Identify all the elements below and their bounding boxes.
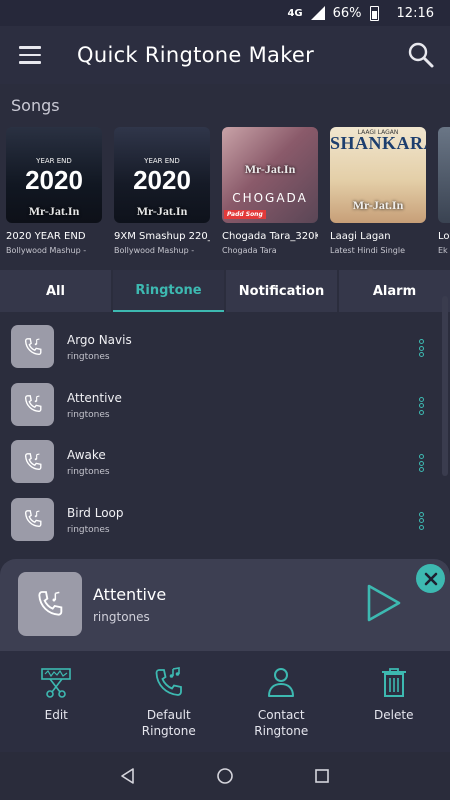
recents-icon[interactable] xyxy=(313,767,331,785)
app-screen: 4G 66% 12:16 Quick Ringtone Maker Songs … xyxy=(0,0,450,800)
song-subtitle: Chogada Tara xyxy=(222,246,277,255)
edit-label: Edit xyxy=(44,708,68,722)
trash-icon xyxy=(381,668,406,697)
ringtone-title: Attentive xyxy=(67,390,122,405)
ringtone-category: ringtones xyxy=(67,409,110,420)
system-navigation-bar xyxy=(0,752,450,800)
song-subtitle: Bollywood Mashup - xyxy=(6,246,87,255)
search-icon[interactable] xyxy=(406,40,436,70)
app-bar: Quick Ringtone Maker xyxy=(0,26,450,84)
thumb-watermark: Mr-Jat.In xyxy=(352,198,404,212)
status-bar: 4G 66% 12:16 xyxy=(0,0,450,26)
ringtone-title: Awake xyxy=(67,448,106,462)
song-card[interactable]: Lov Ek xyxy=(438,127,450,262)
thumb-year-text: 2020 xyxy=(25,165,83,195)
default-ringtone-label: Default Ringtone xyxy=(141,708,196,738)
song-title: Chogada Tara_320Kb xyxy=(222,231,318,242)
phone-music-icon xyxy=(155,667,182,696)
play-icon[interactable] xyxy=(363,583,403,623)
ringtone-title: Argo Navis xyxy=(67,333,132,347)
signal-icon xyxy=(310,6,325,20)
thumb-watermark: Mr-Jat.In xyxy=(136,204,188,218)
list-item-text: Awake ringtones xyxy=(67,448,110,477)
app-title: Quick Ringtone Maker xyxy=(77,43,315,67)
thumb-sub-text: YEAR END xyxy=(36,157,72,165)
list-scrollbar[interactable] xyxy=(442,296,448,476)
edit-button[interactable]: Edit xyxy=(0,651,113,752)
song-card[interactable]: CHOGADA Mr-Jat.In Padd Song Chogada Tara… xyxy=(222,127,318,262)
more-options-icon[interactable] xyxy=(417,454,425,472)
songs-section-title: Songs xyxy=(11,96,60,115)
list-item-text: Bird Loop ringtones xyxy=(67,506,124,535)
contact-ringtone-label: Contact Ringtone xyxy=(254,708,309,738)
ringtone-phone-icon xyxy=(11,497,54,541)
list-item-text: Argo Navis ringtones xyxy=(67,333,132,362)
ringtone-title: Bird Loop xyxy=(67,505,124,520)
ringtone-category: ringtones xyxy=(67,352,110,362)
thumb-year-text: 2020 xyxy=(133,165,191,195)
song-thumbnail: CHOGADA Mr-Jat.In Padd Song xyxy=(222,127,318,223)
song-subtitle: Bollywood Mashup - xyxy=(114,246,195,255)
home-icon[interactable] xyxy=(216,767,234,785)
thumb-sub-text: YEAR END xyxy=(144,157,180,165)
action-bar: Edit Default Ringtone Contact Ringtone D… xyxy=(0,651,450,752)
song-title: 9XM Smashup 220_3 xyxy=(114,231,210,242)
song-thumbnail xyxy=(438,127,450,223)
tab-ringtone[interactable]: Ringtone xyxy=(113,270,224,312)
now-playing-category: ringtones xyxy=(93,610,150,624)
tab-alarm[interactable]: Alarm xyxy=(339,270,450,312)
tab-all[interactable]: All xyxy=(0,270,111,312)
thumb-watermark: Mr-Jat.In xyxy=(28,204,80,218)
delete-button[interactable]: Delete xyxy=(338,651,450,752)
ringtone-list: Argo Navis ringtones Attentive ringtones… xyxy=(0,318,440,548)
list-item[interactable]: Attentive ringtones xyxy=(0,376,440,434)
ringtone-category: ringtones xyxy=(67,524,110,535)
more-options-icon[interactable] xyxy=(417,396,425,415)
thumb-watermark: Mr-Jat.In xyxy=(244,162,296,176)
song-card[interactable]: LAAGI LAGAN SHANKARA Mr-Jat.In Laagi Lag… xyxy=(330,127,426,262)
song-title: 2020 YEAR END xyxy=(6,231,86,242)
default-ringtone-button[interactable]: Default Ringtone xyxy=(113,651,226,752)
song-subtitle: Ek xyxy=(438,246,448,255)
ringtone-phone-icon xyxy=(11,440,54,484)
song-thumbnail: 2020 YEAR END Mr-Jat.In xyxy=(6,127,102,223)
list-item[interactable]: Awake ringtones xyxy=(0,433,440,491)
scissors-edit-icon xyxy=(41,668,72,698)
ringtone-phone-icon xyxy=(11,382,54,426)
thumb-title-text: CHOGADA xyxy=(232,191,308,205)
clock: 12:16 xyxy=(396,5,434,21)
tab-notification[interactable]: Notification xyxy=(226,270,337,312)
thumb-badge: Padd Song xyxy=(224,210,266,219)
songs-carousel[interactable]: 2020 YEAR END Mr-Jat.In 2020 YEAR END Bo… xyxy=(6,127,450,262)
ringtone-phone-icon xyxy=(11,325,54,369)
now-playing-phone-icon xyxy=(18,572,82,636)
more-options-icon[interactable] xyxy=(417,339,425,357)
song-subtitle: Latest Hindi Single xyxy=(330,246,406,255)
battery-percent: 66% xyxy=(332,5,362,21)
more-options-icon[interactable] xyxy=(417,511,425,530)
person-icon xyxy=(268,668,295,697)
hamburger-menu-icon[interactable] xyxy=(0,26,60,84)
list-item[interactable]: Argo Navis ringtones xyxy=(0,318,440,376)
network-indicator: 4G xyxy=(287,7,303,19)
thumb-title-text: SHANKARA xyxy=(330,133,426,153)
delete-label: Delete xyxy=(374,708,414,722)
battery-icon xyxy=(369,5,379,21)
song-thumbnail: 2020 YEAR END Mr-Jat.In xyxy=(114,127,210,223)
song-title: Lov xyxy=(438,231,450,242)
song-card[interactable]: 2020 YEAR END Mr-Jat.In 9XM Smashup 220_… xyxy=(114,127,210,262)
close-player-icon[interactable] xyxy=(416,564,445,593)
ringtone-category: ringtones xyxy=(67,467,110,477)
list-item[interactable]: Bird Loop ringtones xyxy=(0,491,440,549)
list-item-text: Attentive ringtones xyxy=(67,391,122,420)
now-playing-panel: Attentive ringtones xyxy=(0,559,450,651)
category-tabs: All Ringtone Notification Alarm xyxy=(0,270,450,314)
contact-ringtone-button[interactable]: Contact Ringtone xyxy=(225,651,338,752)
song-title: Laagi Lagan xyxy=(330,231,391,242)
now-playing-title: Attentive xyxy=(93,585,167,604)
song-card[interactable]: 2020 YEAR END Mr-Jat.In 2020 YEAR END Bo… xyxy=(6,127,102,262)
song-thumbnail: LAAGI LAGAN SHANKARA Mr-Jat.In xyxy=(330,127,426,223)
back-icon[interactable] xyxy=(119,767,137,785)
